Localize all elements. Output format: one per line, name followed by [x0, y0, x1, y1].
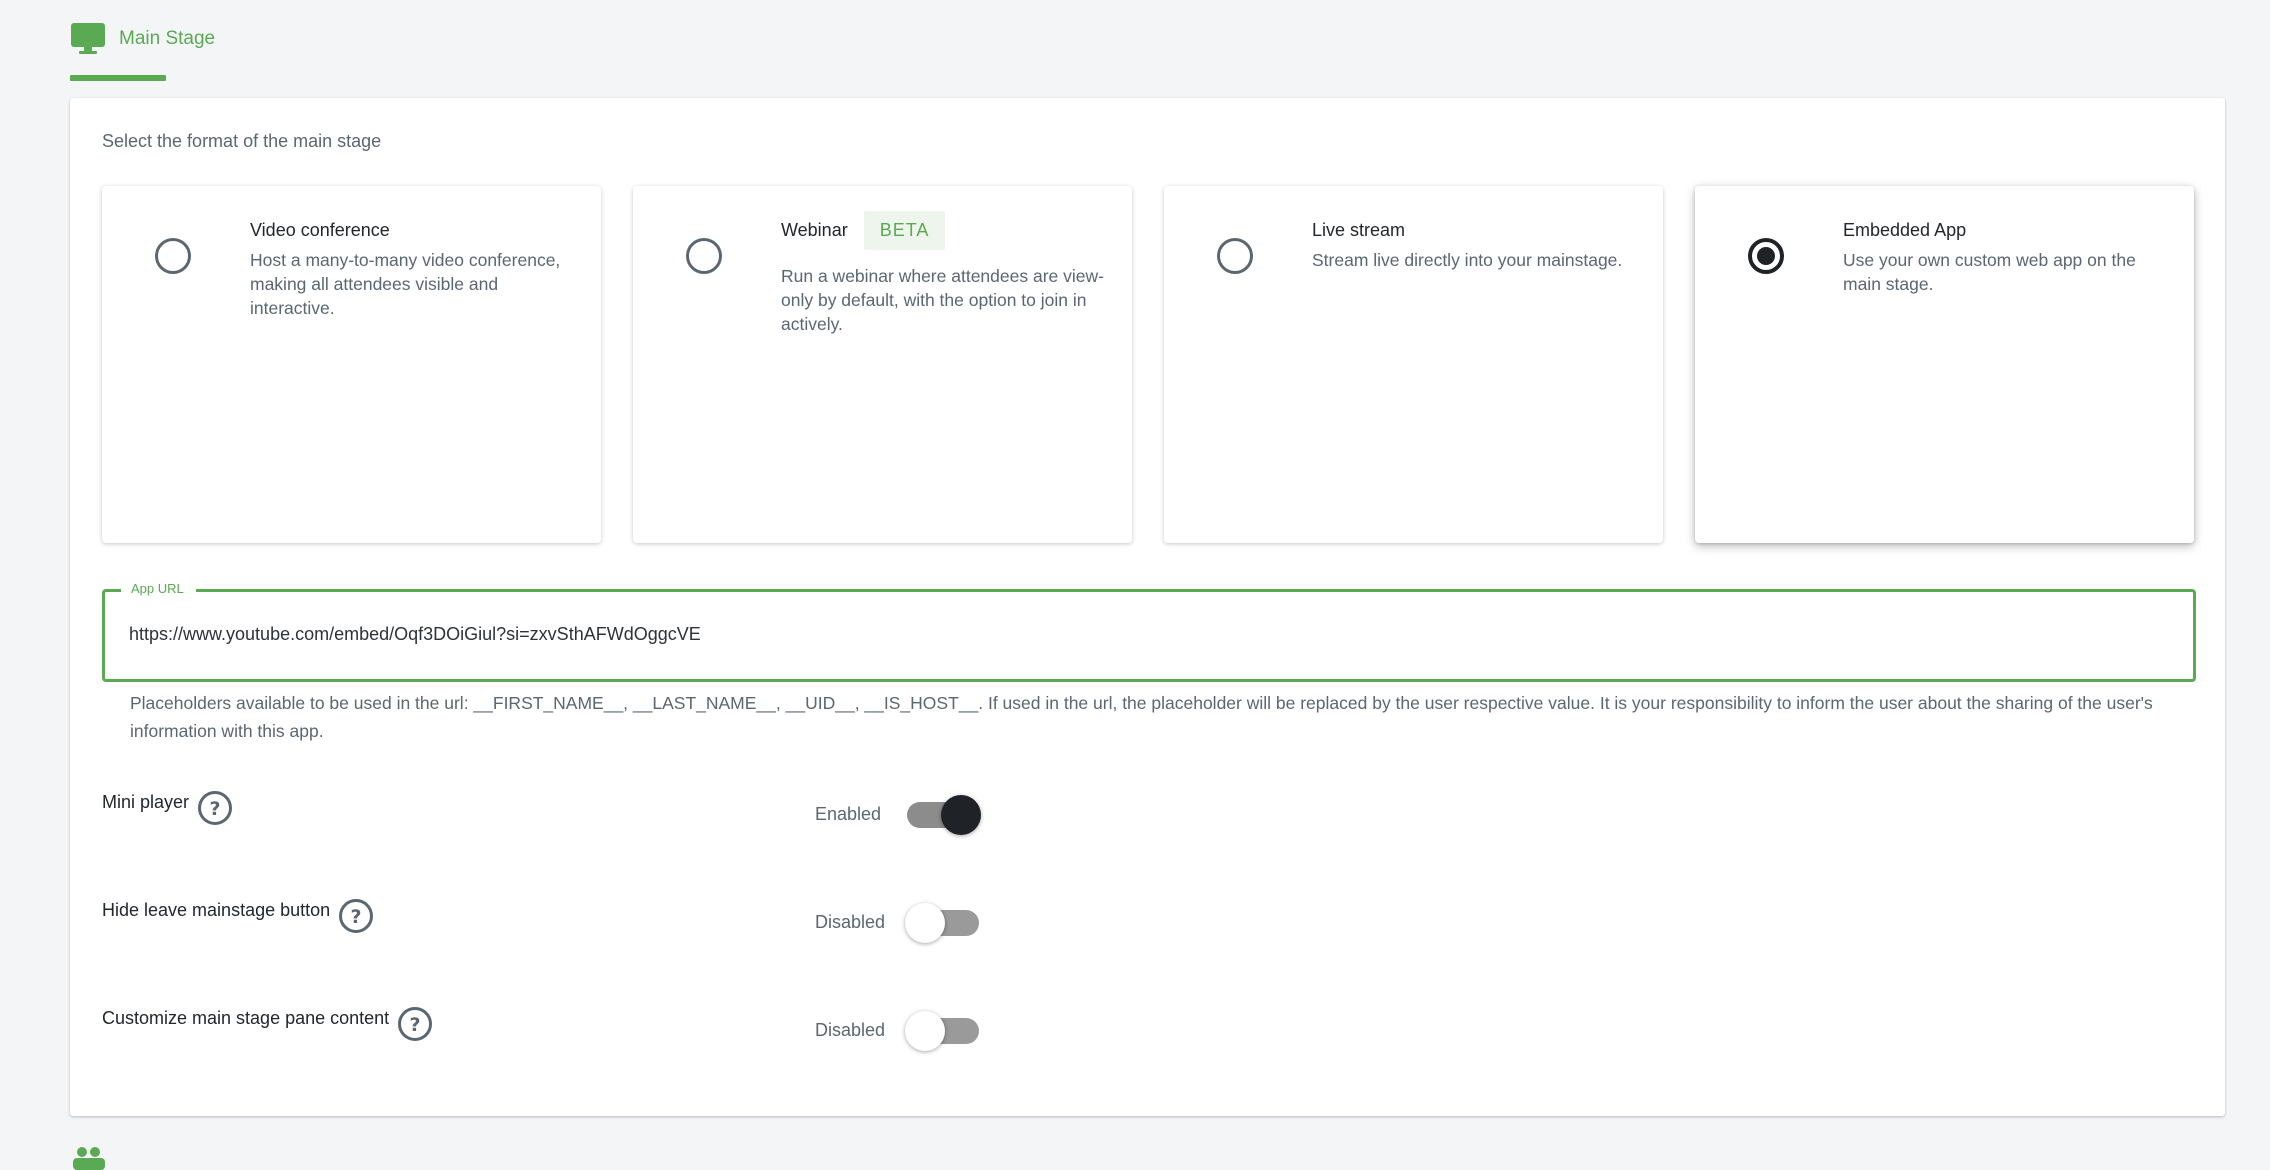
- beta-badge: BETA: [863, 210, 946, 250]
- help-icon[interactable]: ?: [338, 898, 374, 934]
- option-description: Run a webinar where attendees are view-o…: [781, 266, 1104, 334]
- format-option-video-conference[interactable]: Video conference Host a many-to-many vid…: [102, 186, 601, 543]
- format-options: Video conference Host a many-to-many vid…: [102, 186, 2196, 543]
- monitor-icon: [71, 23, 105, 54]
- app-url-field: App URL: [102, 580, 2196, 682]
- radio-live-stream[interactable]: [1217, 238, 1253, 274]
- option-title: Embedded App: [1843, 219, 1967, 240]
- option-description: Host a many-to-many video conference, ma…: [250, 250, 561, 318]
- setting-customize-pane: Customize main stage pane content ?: [102, 1006, 433, 1042]
- customize-pane-toggle[interactable]: [905, 1011, 981, 1051]
- option-text: Video conference Host a many-to-many vid…: [250, 218, 580, 320]
- help-icon[interactable]: ?: [197, 790, 233, 826]
- format-section-label: Select the format of the main stage: [102, 131, 382, 151]
- format-option-embedded-app[interactable]: Embedded App Use your own custom web app…: [1695, 186, 2194, 543]
- radio-webinar[interactable]: [686, 238, 722, 274]
- hide-leave-button-state: Disabled: [815, 912, 886, 932]
- toggle-thumb: [905, 903, 945, 943]
- tab-active-indicator: [70, 75, 166, 81]
- toggle-thumb: [941, 795, 981, 835]
- setting-label: Hide leave mainstage button: [102, 899, 331, 920]
- app-url-input[interactable]: [129, 614, 2159, 654]
- toggle-thumb: [905, 1011, 945, 1051]
- help-icon[interactable]: ?: [397, 1006, 433, 1042]
- tab-main-stage[interactable]: Main Stage: [70, 22, 215, 56]
- option-description: Use your own custom web app on the main …: [1843, 250, 2136, 294]
- tab-label: Main Stage: [119, 28, 216, 49]
- app-url-label: App URL: [121, 580, 196, 598]
- svg-text:?: ?: [410, 1014, 421, 1036]
- hide-leave-button-toggle[interactable]: [905, 903, 981, 943]
- setting-label: Mini player: [102, 791, 190, 812]
- people-icon: [73, 1147, 105, 1170]
- format-option-live-stream[interactable]: Live stream Stream live directly into yo…: [1164, 186, 1663, 543]
- mini-player-toggle[interactable]: [905, 795, 981, 835]
- setting-hide-leave-button: Hide leave mainstage button ?: [102, 898, 374, 934]
- format-option-webinar[interactable]: Webinar BETA Run a webinar where attende…: [633, 186, 1132, 543]
- customize-pane-state: Disabled: [815, 1020, 886, 1040]
- radio-video-conference[interactable]: [155, 238, 191, 274]
- option-text: Embedded App Use your own custom web app…: [1843, 218, 2173, 296]
- mini-player-state: Enabled: [815, 804, 882, 824]
- option-title: Live stream: [1312, 219, 1406, 240]
- option-description: Stream live directly into your mainstage…: [1312, 250, 1623, 270]
- svg-text:?: ?: [351, 906, 362, 928]
- option-text: Live stream Stream live directly into yo…: [1312, 218, 1642, 272]
- radio-embedded-app[interactable]: [1748, 238, 1784, 274]
- option-title: Video conference: [250, 219, 390, 240]
- app-url-help-text: Placeholders available to be used in the…: [130, 693, 2153, 741]
- option-title: Webinar: [781, 219, 848, 240]
- radio-dot: [1757, 247, 1775, 265]
- setting-label: Customize main stage pane content: [102, 1007, 390, 1028]
- option-text: Webinar BETA Run a webinar where attende…: [781, 210, 1111, 336]
- setting-mini-player: Mini player ?: [102, 790, 233, 826]
- svg-text:?: ?: [210, 798, 221, 820]
- main-stage-card: Select the format of the main stage Vide…: [70, 98, 2225, 1116]
